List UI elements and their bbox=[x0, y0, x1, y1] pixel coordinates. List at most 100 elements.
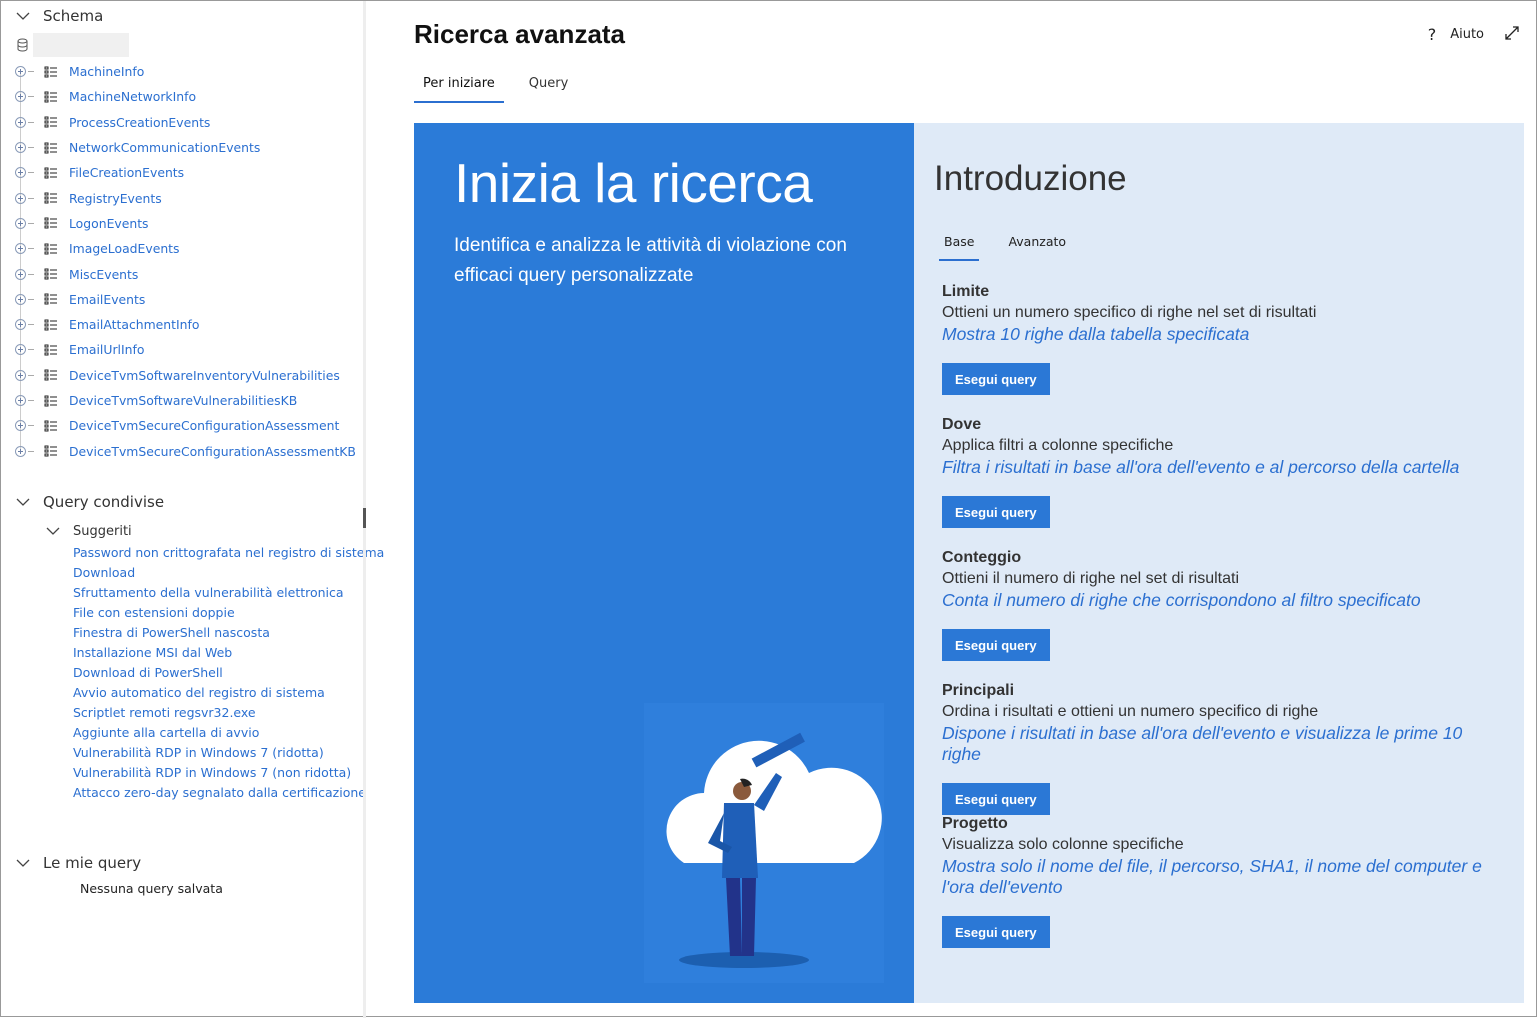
run-query-button[interactable]: Esegui query bbox=[942, 916, 1050, 948]
expand-plus-icon[interactable] bbox=[15, 395, 26, 406]
suggested-query-link[interactable]: Attacco zero-day segnalato dalla certifi… bbox=[73, 783, 384, 803]
shared-queries-header[interactable]: Query condivise bbox=[15, 493, 164, 511]
table-icon bbox=[44, 369, 57, 381]
example-title: Principali bbox=[942, 682, 1015, 699]
schema-table-item[interactable]: MachineNetworkInfo bbox=[15, 84, 356, 109]
suggested-query-link[interactable]: Vulnerabilità RDP in Windows 7 (non rido… bbox=[73, 763, 384, 783]
table-name[interactable]: ImageLoadEvents bbox=[69, 241, 179, 256]
suggested-query-link[interactable]: File con estensioni doppie bbox=[73, 603, 384, 623]
table-name[interactable]: MachineNetworkInfo bbox=[69, 89, 196, 104]
example-title: Conteggio bbox=[942, 549, 1022, 566]
suggested-query-link[interactable]: Avvio automatico del registro di sistema bbox=[73, 683, 384, 703]
suggested-query-link[interactable]: Sfruttamento della vulnerabilità elettro… bbox=[73, 583, 384, 603]
expand-plus-icon[interactable] bbox=[15, 369, 26, 381]
table-name[interactable]: DeviceTvmSoftwareInventoryVulnerabilitie… bbox=[69, 368, 340, 383]
suggested-query-link[interactable]: Download bbox=[73, 563, 384, 583]
run-query-button[interactable]: Esegui query bbox=[942, 783, 1050, 815]
expand-icon[interactable] bbox=[1504, 25, 1520, 41]
run-query-button[interactable]: Esegui query bbox=[942, 363, 1050, 395]
tab-basic[interactable]: Base bbox=[939, 231, 980, 261]
table-name[interactable]: MachineInfo bbox=[69, 64, 144, 79]
table-name[interactable]: FileCreationEvents bbox=[69, 165, 184, 180]
suggested-query-link[interactable]: Installazione MSI dal Web bbox=[73, 643, 384, 663]
expand-plus-icon[interactable] bbox=[15, 66, 26, 78]
table-icon bbox=[44, 243, 57, 255]
suggested-query-link[interactable]: Download di PowerShell bbox=[73, 663, 384, 683]
schema-header[interactable]: Schema bbox=[15, 7, 103, 25]
schema-table-item[interactable]: MachineInfo bbox=[15, 59, 356, 84]
schema-table-item[interactable]: FileCreationEvents bbox=[15, 160, 356, 185]
example-link[interactable]: Mostra 10 righe dalla tabella specificat… bbox=[942, 324, 1502, 345]
suggested-query-link[interactable]: Finestra di PowerShell nascosta bbox=[73, 623, 384, 643]
chevron-down-icon bbox=[16, 859, 30, 867]
table-name[interactable]: LogonEvents bbox=[69, 216, 149, 231]
expand-plus-icon[interactable] bbox=[15, 293, 26, 305]
table-name[interactable]: EmailAttachmentInfo bbox=[69, 317, 199, 332]
main-tabs: Per iniziare Query bbox=[414, 73, 593, 103]
table-name[interactable]: DeviceTvmSecureConfigurationAssessment bbox=[69, 418, 339, 433]
expand-plus-icon[interactable] bbox=[15, 420, 26, 432]
schema-sidebar: Schema MachineInfo MachineNetworkInfo Proc… bbox=[1, 1, 384, 1018]
expand-plus-icon[interactable] bbox=[15, 167, 26, 179]
suggested-query-link[interactable]: Aggiunte alla cartella di avvio bbox=[73, 723, 384, 743]
schema-table-item[interactable]: DeviceTvmSecureConfigurationAssessment bbox=[15, 413, 356, 438]
table-name[interactable]: RegistryEvents bbox=[69, 191, 162, 206]
example-link[interactable]: Mostra solo il nome del file, il percors… bbox=[942, 856, 1502, 898]
table-name[interactable]: DeviceTvmSoftwareVulnerabilitiesKB bbox=[69, 393, 297, 408]
tab-advanced[interactable]: Avanzato bbox=[1003, 231, 1071, 261]
tab-getting-started[interactable]: Per iniziare bbox=[414, 73, 504, 103]
table-name[interactable]: DeviceTvmSecureConfigurationAssessmentKB bbox=[69, 444, 356, 459]
example-link[interactable]: Filtra i risultati in base all'ora dell'… bbox=[942, 457, 1502, 478]
schema-table-item[interactable]: RegistryEvents bbox=[15, 185, 356, 210]
expand-plus-icon[interactable] bbox=[15, 192, 26, 204]
suggested-header[interactable]: Suggeriti bbox=[45, 523, 132, 539]
schema-table-item[interactable]: DeviceTvmSoftwareVulnerabilitiesKB bbox=[15, 388, 356, 413]
expand-plus-icon[interactable] bbox=[15, 445, 26, 457]
chevron-down-icon bbox=[16, 498, 30, 506]
expand-plus-icon[interactable] bbox=[15, 344, 26, 356]
expand-plus-icon[interactable] bbox=[15, 91, 26, 103]
tree-connector bbox=[28, 147, 34, 149]
schema-table-item[interactable]: DeviceTvmSoftwareInventoryVulnerabilitie… bbox=[15, 363, 356, 388]
tree-connector bbox=[28, 172, 34, 174]
tab-query[interactable]: Query bbox=[520, 73, 578, 103]
workspace-placeholder bbox=[33, 33, 129, 57]
example-limite: Limite Ottieni un numero specifico di rig… bbox=[942, 283, 1502, 395]
schema-table-item[interactable]: ImageLoadEvents bbox=[15, 236, 356, 261]
expand-plus-icon[interactable] bbox=[15, 319, 26, 331]
example-link[interactable]: Conta il numero di righe che corrispondo… bbox=[942, 590, 1502, 611]
schema-table-item[interactable]: EmailAttachmentInfo bbox=[15, 312, 356, 337]
table-name[interactable]: MiscEvents bbox=[69, 267, 138, 282]
expand-plus-icon[interactable] bbox=[15, 116, 26, 128]
expand-plus-icon[interactable] bbox=[15, 268, 26, 280]
example-title: Limite bbox=[942, 283, 990, 300]
main-area: Ricerca avanzata ? Aiuto Per iniziare Qu… bbox=[366, 1, 1536, 1016]
suggested-query-link[interactable]: Password non crittografata nel registro … bbox=[73, 543, 384, 563]
example-principali: Principali Ordina i risultati e ottieni u… bbox=[942, 682, 1502, 815]
schema-table-item[interactable]: ProcessCreationEvents bbox=[15, 110, 356, 135]
tree-connector bbox=[28, 121, 34, 123]
schema-table-item[interactable]: NetworkCommunicationEvents bbox=[15, 135, 356, 160]
chevron-down-icon bbox=[16, 12, 30, 20]
schema-table-item[interactable]: MiscEvents bbox=[15, 261, 356, 286]
schema-table-item[interactable]: EmailUrlInfo bbox=[15, 337, 356, 362]
schema-table-item[interactable]: DeviceTvmSecureConfigurationAssessmentKB bbox=[15, 438, 356, 463]
table-name[interactable]: EmailEvents bbox=[69, 292, 145, 307]
run-query-button[interactable]: Esegui query bbox=[942, 496, 1050, 528]
table-name[interactable]: ProcessCreationEvents bbox=[69, 115, 210, 130]
my-queries-header[interactable]: Le mie query bbox=[15, 854, 141, 872]
example-title: Dove bbox=[942, 416, 982, 433]
example-link[interactable]: Dispone i risultati in base all'ora dell… bbox=[942, 723, 1502, 765]
expand-plus-icon[interactable] bbox=[15, 217, 26, 229]
schema-table-item[interactable]: LogonEvents bbox=[15, 211, 356, 236]
run-query-button[interactable]: Esegui query bbox=[942, 629, 1050, 661]
expand-plus-icon[interactable] bbox=[15, 142, 26, 154]
table-icon bbox=[44, 319, 57, 331]
suggested-query-link[interactable]: Scriptlet remoti regsvr32.exe bbox=[73, 703, 384, 723]
help-button[interactable]: ? Aiuto bbox=[1428, 25, 1484, 44]
schema-table-item[interactable]: EmailEvents bbox=[15, 287, 356, 312]
table-name[interactable]: NetworkCommunicationEvents bbox=[69, 140, 260, 155]
table-name[interactable]: EmailUrlInfo bbox=[69, 342, 144, 357]
suggested-query-link[interactable]: Vulnerabilità RDP in Windows 7 (ridotta) bbox=[73, 743, 384, 763]
expand-plus-icon[interactable] bbox=[15, 243, 26, 255]
